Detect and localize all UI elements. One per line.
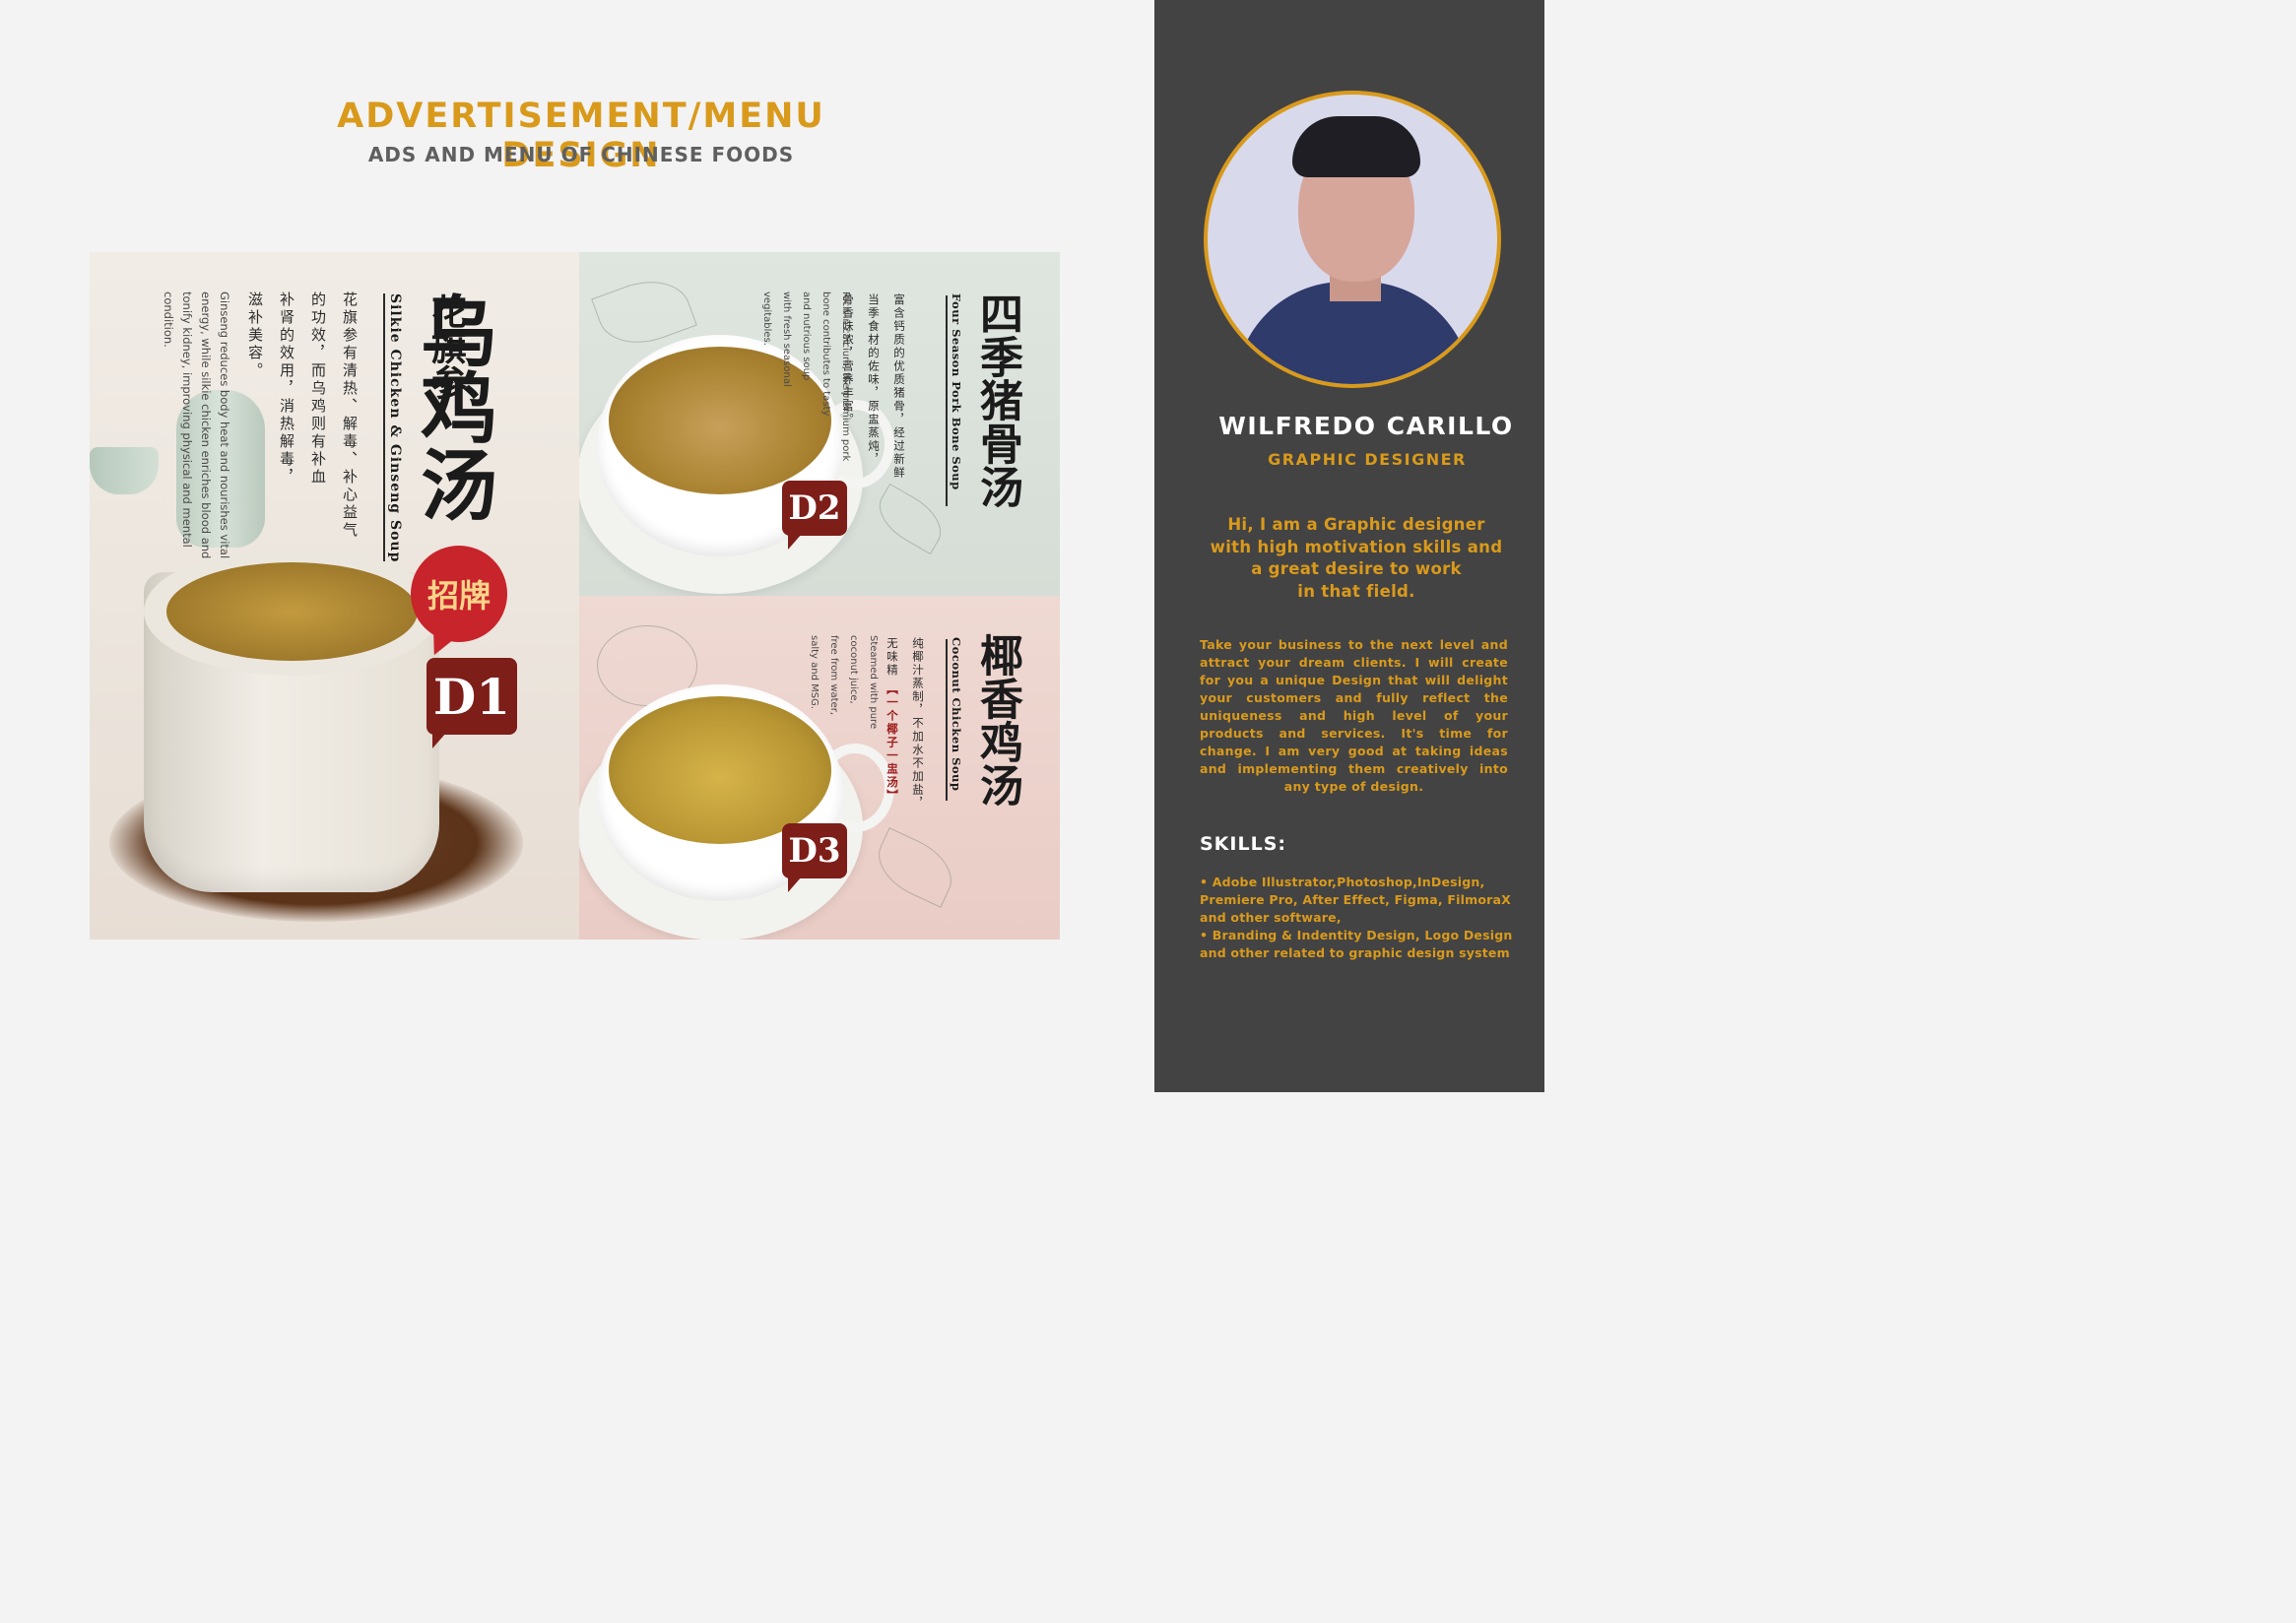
decorative-cup [90,447,159,494]
profile-role: GRAPHIC DESIGNER [1268,450,1467,469]
d1-en-line: Ginseng reduces body heat and nourishes … [218,292,231,559]
skill-item: • Branding & Indentity Design, Logo Desi… [1200,928,1513,960]
d2-en-line: and nutrious soup [801,292,812,381]
d3-en-line: free from water, [828,635,839,716]
intro-line: in that field. [1297,581,1415,601]
d3-cn-line-2: 无味精 【一个椰子一盅汤】 [885,637,900,803]
profile-intro: Hi, I am a Graphic designer with high mo… [1194,514,1519,603]
intro-line: with high motivation skills and [1210,537,1503,556]
d2-title-big: 四季猪骨汤 [972,292,1022,508]
d2-en-description: Rich in calcium, the premium pork bone c… [756,292,855,461]
profile-name: WILFREDO CARILLO [1218,412,1514,440]
d2-divider [946,295,948,506]
d1-cn-line: 补肾的效用，消热解毒， [278,292,295,487]
avatar [1208,95,1497,384]
profile-sidebar: WILFREDO CARILLO GRAPHIC DESIGNER Hi, I … [1154,0,1544,1092]
d2-english-title: Four Season Pork Bone Soup [950,293,963,490]
d1-english-title: Silkie Chicken & Ginseng Soup [387,293,403,563]
d1-en-line: energy, while silkie chicken enriches bl… [199,292,213,559]
avatar-frame [1204,91,1501,388]
portfolio-page: ADVERTISEMENT/MENU DESIGN ADS AND MENU O… [0,0,1544,1092]
d2-en-line: bone contributes to tasty [820,292,831,417]
signature-badge-label: 招牌 [426,577,491,615]
d3-en-description: Steamed with pure coconut juice, free fr… [804,635,883,729]
item-tag-d2: D2 [782,481,847,550]
profile-pitch: Take your business to the next level and… [1200,637,1508,794]
d1-en-description: Ginseng reduces body heat and nourishes … [159,292,233,558]
d3-cn-line-1: 纯椰汁蒸制，不加水不加盐， [911,637,925,811]
d1-title-big: 乌鸡汤 [408,292,497,522]
avatar-hair [1292,116,1420,177]
menu-panel-d3: 椰香鸡汤 Coconut Chicken Soup 纯椰汁蒸制，不加水不加盐， … [579,596,1060,940]
signature-badge: 招牌 [411,546,507,642]
d1-cn-line: 滋补美容。 [246,292,264,380]
d3-en-line: salty and MSG. [809,635,820,710]
skill-item: • Adobe Illustrator,Photoshop,InDesign, … [1200,875,1511,925]
intro-line: a great desire to work [1251,559,1462,578]
d1-en-line: tonify kidney, improving physical and me… [180,292,194,548]
d2-cn-line: 当季食材的佐味，原盅蒸炖， [867,293,881,467]
d3-cn-line-2-text: 无味精 [886,637,899,683]
soup-image-d3 [609,696,831,844]
leaf-illustration [869,483,951,555]
d2-en-line: with fresh seasonal [781,292,792,387]
d2-en-line: vegitables. [761,292,772,346]
intro-line: Hi, I am a Graphic designer [1227,515,1485,534]
d2-en-line: Rich in calcium, the premium pork [840,292,851,462]
d1-cn-description: 花旗参有清热、解毒、补心益气 的功效，而乌鸡则有补血 补肾的效用，消热解毒， 滋… [239,292,365,540]
d3-divider [946,639,948,801]
d3-title-big: 椰香鸡汤 [972,633,1022,807]
d3-en-line: coconut juice, [848,635,859,704]
page-subtitle: ADS AND MENU OF CHINESE FOODS [367,143,795,166]
menu-panel-d1: 花旗参 乌鸡汤 Silkie Chicken & Ginseng Soup 花旗… [90,252,579,940]
skills-heading: SKILLS: [1200,833,1286,855]
d1-cn-line: 的功效，而乌鸡则有补血 [309,292,327,487]
d1-divider [383,293,385,561]
d2-cn-line: 富含钙质的优质猪骨，经过新鲜 [892,293,906,480]
soup-image-d1 [166,562,418,661]
d3-english-title: Coconut Chicken Soup [950,637,963,792]
menu-panel-d2: 四季猪骨汤 Four Season Pork Bone Soup 富含钙质的优质… [579,252,1060,596]
item-tag-d1: D1 [426,658,517,748]
d3-cn-highlight: 【一个椰子一盅汤】 [886,682,899,803]
item-tag-d3: D3 [782,823,847,892]
d3-en-line: Steamed with pure [868,635,879,730]
skills-list: • Adobe Illustrator,Photoshop,InDesign, … [1200,874,1515,962]
d1-cn-line: 花旗参有清热、解毒、补心益气 [341,292,359,540]
d1-en-line: condition. [162,292,175,348]
leaf-illustration [867,827,963,908]
